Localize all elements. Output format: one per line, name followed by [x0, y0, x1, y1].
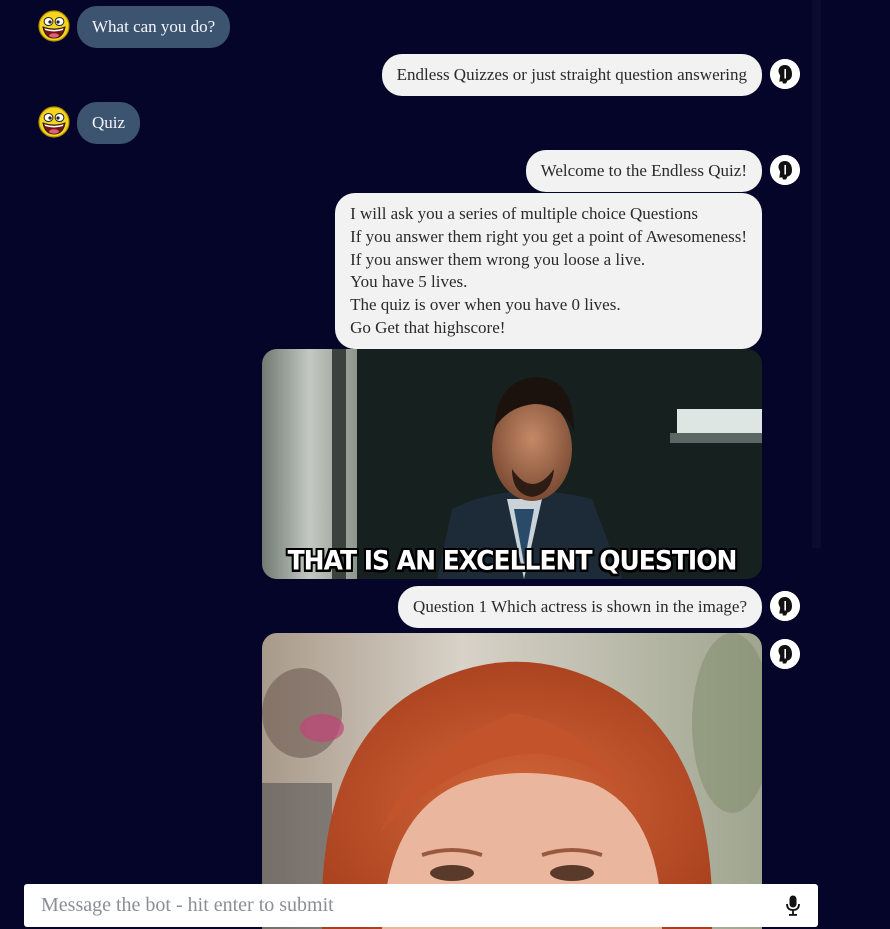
chat-window: What can you do? Endless Quizzes or just… [0, 0, 890, 929]
user-message-bubble: What can you do? [77, 6, 231, 48]
bot-message-bubble-rules: I will ask you a series of multiple choi… [335, 193, 762, 349]
awesome-face-icon [38, 106, 70, 138]
bot-head-icon [770, 59, 800, 89]
scrollbar[interactable] [812, 0, 821, 548]
bot-gif-image: THAT IS AN EXCELLENT QUESTION [262, 349, 762, 579]
message-composer [24, 884, 818, 927]
bot-question-bubble: Question 1 Which actress is shown in the… [398, 586, 762, 628]
bot-head-icon [770, 591, 800, 621]
rules-line: I will ask you a series of multiple choi… [350, 204, 699, 223]
microphone-icon[interactable] [785, 895, 801, 917]
rules-line: If you answer them wrong you loose a liv… [350, 249, 646, 269]
rules-line: If you answer them right you get a point… [350, 226, 747, 246]
bot-head-icon [770, 639, 800, 669]
bot-head-icon [770, 155, 800, 185]
rules-line: Go Get that highscore! [350, 317, 506, 337]
rules-line: The quiz is over when you have 0 lives. [350, 295, 621, 315]
user-message-bubble: Quiz [77, 102, 141, 144]
bot-message-bubble: Endless Quizzes or just straight questio… [381, 54, 762, 96]
gif-caption: THAT IS AN EXCELLENT QUESTION [287, 544, 738, 577]
awesome-face-icon [38, 10, 70, 42]
rules-line: You have 5 lives. [350, 272, 468, 292]
message-input[interactable] [24, 884, 774, 927]
bot-message-bubble: Welcome to the Endless Quiz! [525, 150, 762, 192]
